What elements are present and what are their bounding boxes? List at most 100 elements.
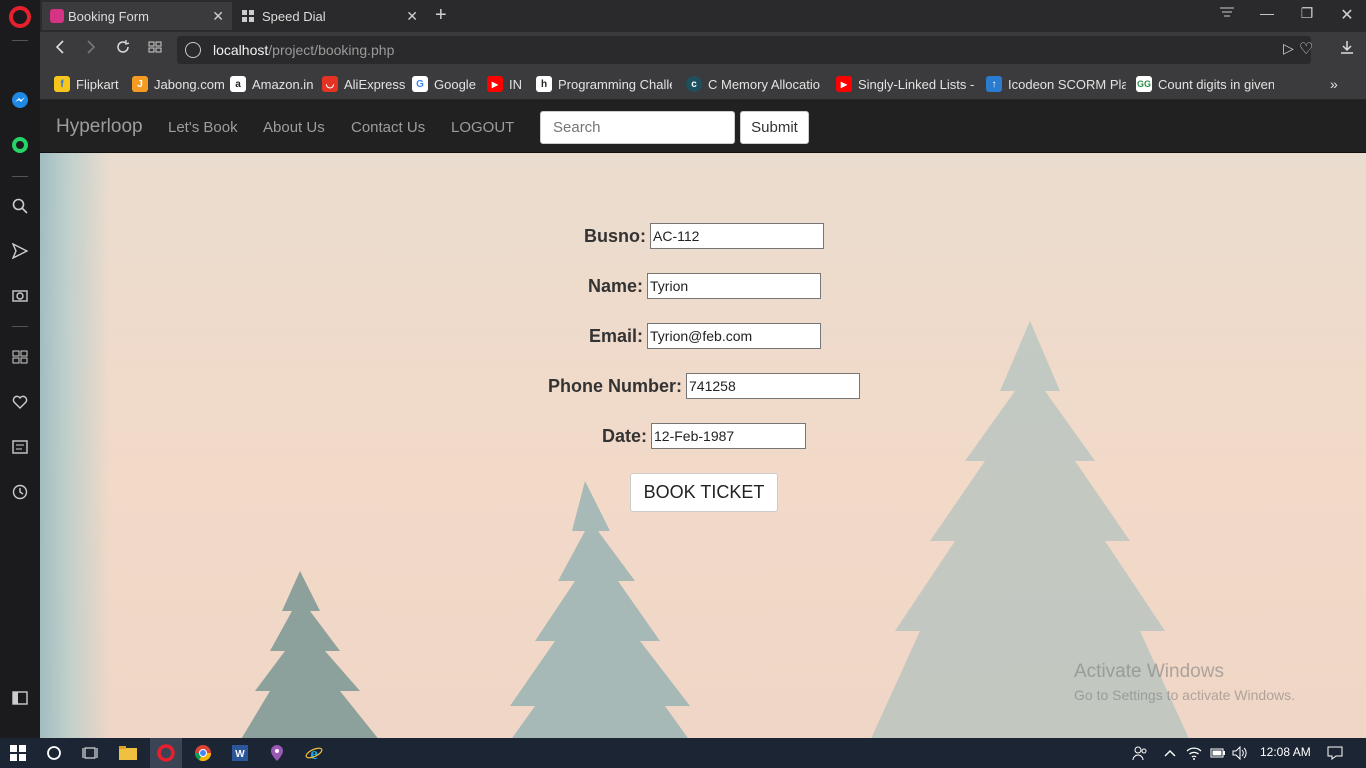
- url-host: localhost: [213, 42, 269, 58]
- page-favicon-icon: [50, 9, 64, 23]
- task-view-icon[interactable]: [80, 743, 100, 763]
- bookmark-label: IN: [509, 76, 522, 92]
- messenger-icon[interactable]: [8, 88, 32, 112]
- back-icon[interactable]: [50, 40, 70, 59]
- close-window-button[interactable]: ✕: [1337, 5, 1357, 25]
- book-ticket-button[interactable]: BOOK TICKET: [630, 473, 778, 512]
- bookmark-label: Flipkart: [76, 76, 119, 92]
- bookmark-label: Count digits in given: [1158, 76, 1274, 92]
- youtube-icon: ▶: [836, 76, 852, 92]
- email-label: Email:: [589, 325, 644, 346]
- bookmark-aliexpress[interactable]: ◡ AliExpress: [322, 75, 405, 93]
- bookmark-amazon[interactable]: a Amazon.in: [230, 75, 313, 93]
- opera-logo-icon[interactable]: [9, 6, 31, 28]
- google-icon: G: [412, 76, 428, 92]
- heart-icon[interactable]: [8, 390, 32, 414]
- bookmark-youtube-in[interactable]: ▶ IN: [487, 75, 522, 93]
- tree-illustration: [241, 571, 378, 738]
- minimize-button[interactable]: —: [1257, 5, 1277, 21]
- opera-sidebar: [0, 0, 40, 738]
- svg-text:e: e: [310, 744, 318, 762]
- history-icon[interactable]: [8, 480, 32, 504]
- submit-button[interactable]: Submit: [740, 111, 809, 144]
- cortana-icon[interactable]: [44, 743, 64, 763]
- send-icon[interactable]: [8, 239, 32, 263]
- site-navbar: Hyperloop Let's Book About Us Contact Us…: [40, 101, 1366, 153]
- youtube-icon: ▶: [487, 76, 503, 92]
- bookmark-linked-lists[interactable]: ▶ Singly-Linked Lists - Y: [836, 75, 974, 93]
- web-page: Hyperloop Let's Book About Us Contact Us…: [40, 101, 1366, 738]
- bookmark-label: Google: [434, 76, 476, 92]
- bookmark-gfg[interactable]: GG Count digits in given: [1136, 75, 1274, 93]
- wifi-icon[interactable]: [1184, 743, 1204, 763]
- bookmark-heart-icon[interactable]: ♡: [1299, 39, 1313, 59]
- bookmark-label: AliExpress: [344, 76, 406, 92]
- email-field[interactable]: [647, 323, 822, 349]
- tree-illustration: [510, 481, 690, 738]
- tab-speed-dial[interactable]: Speed Dial ✕: [236, 2, 426, 30]
- battery-icon[interactable]: [1208, 743, 1228, 763]
- sidebar-toggle-icon[interactable]: [8, 686, 32, 710]
- restore-button[interactable]: ❐: [1297, 5, 1317, 22]
- flipkart-icon: f: [54, 76, 70, 92]
- close-tab-icon[interactable]: ✕: [212, 8, 224, 25]
- tab-booking-form[interactable]: Booking Form ✕: [42, 2, 232, 30]
- download-icon[interactable]: [1337, 40, 1357, 59]
- send-page-icon[interactable]: ▷: [1283, 40, 1294, 57]
- brand-link[interactable]: Hyperloop: [56, 116, 143, 138]
- camera-icon[interactable]: [8, 283, 32, 307]
- tiles-icon[interactable]: [145, 40, 165, 58]
- bookmark-flipkart[interactable]: f Flipkart: [54, 75, 119, 93]
- nav-about-us[interactable]: About Us: [263, 119, 325, 136]
- chrome-icon[interactable]: [193, 743, 213, 763]
- taskbar-clock[interactable]: 12:08 AM: [1260, 745, 1311, 759]
- name-row: Name:: [588, 273, 822, 299]
- reload-icon[interactable]: [113, 40, 133, 59]
- forward-icon[interactable]: [81, 40, 101, 59]
- activate-windows-watermark: Activate Windows Go to Settings to activ…: [1074, 661, 1295, 703]
- phone-label: Phone Number:: [548, 375, 683, 396]
- phone-field[interactable]: [686, 373, 861, 399]
- bookmark-google[interactable]: G Google: [412, 75, 476, 93]
- globe-icon: [185, 42, 201, 58]
- sidebar-divider: [12, 176, 28, 177]
- date-row: Date:: [602, 423, 807, 449]
- nav-lets-book[interactable]: Let's Book: [168, 119, 238, 136]
- background-texture: [40, 101, 110, 738]
- icodeon-icon: ↑: [986, 76, 1002, 92]
- watermark-subtitle: Go to Settings to activate Windows.: [1074, 687, 1295, 703]
- nav-logout[interactable]: LOGOUT: [451, 119, 514, 136]
- bookmark-label: Programming Challe: [558, 76, 672, 92]
- url-field[interactable]: localhost/project/booking.php ▷ ♡: [177, 36, 1313, 64]
- new-tab-button[interactable]: +: [435, 4, 447, 27]
- bookmark-label: Singly-Linked Lists - Y: [858, 76, 974, 92]
- chevron-up-icon[interactable]: [1160, 743, 1180, 763]
- volume-icon[interactable]: [1230, 743, 1250, 763]
- internet-explorer-icon[interactable]: e: [304, 743, 324, 763]
- search-input[interactable]: [540, 111, 735, 144]
- bookmark-icodeon[interactable]: ↑ Icodeon SCORM Play: [986, 75, 1126, 93]
- more-bookmarks-icon[interactable]: »: [1330, 75, 1338, 93]
- aliexpress-icon: ◡: [322, 76, 338, 92]
- windows-start-icon[interactable]: [8, 743, 28, 763]
- close-tab-icon[interactable]: ✕: [406, 8, 418, 25]
- word-icon[interactable]: W: [230, 743, 250, 763]
- file-explorer-icon[interactable]: [118, 743, 138, 763]
- sidebar-divider: [12, 326, 28, 327]
- opera-taskbar-icon[interactable]: [150, 738, 182, 768]
- whatsapp-icon[interactable]: [8, 133, 32, 157]
- tab-menu-icon[interactable]: [1217, 5, 1237, 21]
- people-icon[interactable]: [1130, 743, 1150, 763]
- nav-contact-us[interactable]: Contact Us: [351, 119, 425, 136]
- bookmark-c-memory[interactable]: c C Memory Allocatio: [686, 75, 820, 93]
- name-field[interactable]: [647, 273, 822, 299]
- speed-dial-icon[interactable]: [8, 345, 32, 369]
- date-field[interactable]: [651, 423, 807, 449]
- busno-field[interactable]: [650, 223, 824, 249]
- maps-icon[interactable]: [267, 743, 287, 763]
- bookmark-hackerrank[interactable]: h Programming Challe: [536, 75, 672, 93]
- bookmark-jabong[interactable]: J Jabong.com: [132, 75, 225, 93]
- notifications-icon[interactable]: [1325, 743, 1345, 763]
- search-icon[interactable]: [8, 194, 32, 218]
- news-icon[interactable]: [8, 435, 32, 459]
